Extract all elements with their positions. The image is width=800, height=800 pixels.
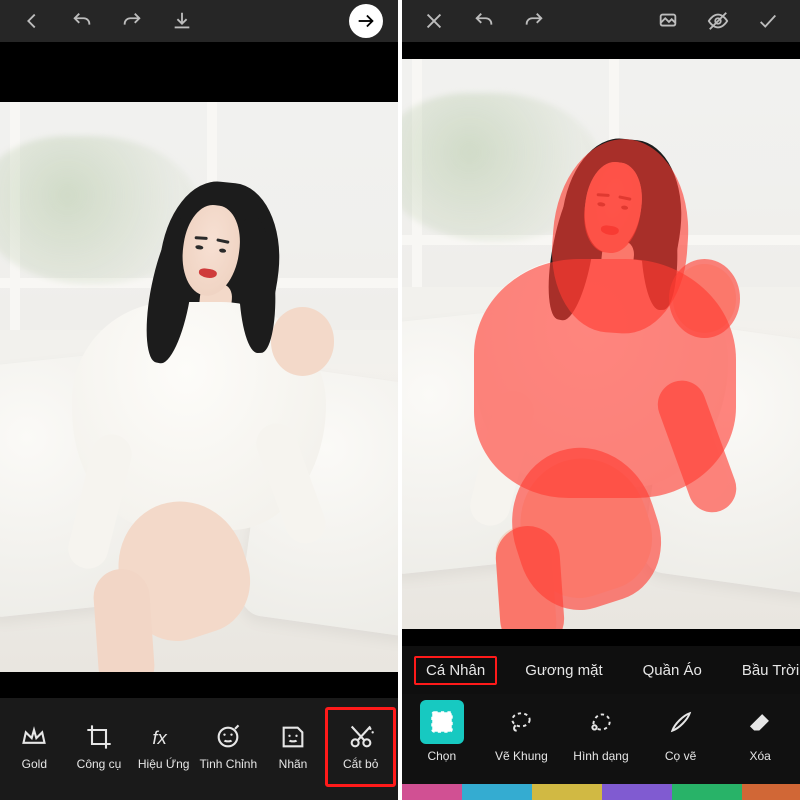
tool-sticker[interactable]: Nhãn <box>261 707 326 787</box>
undo-button[interactable] <box>462 0 506 42</box>
photo <box>0 102 398 672</box>
toggle-mask-button[interactable] <box>696 0 740 42</box>
tool-label: Vẽ Khung <box>495 749 548 763</box>
select-person-icon <box>429 709 455 735</box>
redo-icon <box>121 10 143 32</box>
tool-label: Hình dạng <box>573 749 628 763</box>
image-canvas[interactable] <box>0 76 398 698</box>
preview-button[interactable] <box>646 0 690 42</box>
fx-icon: fx <box>150 723 178 751</box>
top-toolbar <box>0 0 398 42</box>
tool-label: Nhãn <box>279 757 308 771</box>
eraser-icon <box>747 709 773 735</box>
back-icon <box>21 10 43 32</box>
tool-label: Hiệu Ứng <box>138 757 190 771</box>
cutout-tool-row: Chọn Vẽ Khung Hình dạng Cọ vẽ Xóa <box>402 694 800 784</box>
preview-icon <box>657 10 679 32</box>
tool-gold[interactable]: Gold <box>2 707 67 787</box>
undo-button[interactable] <box>60 0 104 42</box>
cutout-icon <box>347 723 375 751</box>
bottom-toolbar: Gold Công cụ fx Hiệu Ứng Tinh Chỉnh Nhãn… <box>0 698 398 800</box>
back-button[interactable] <box>10 0 54 42</box>
lasso-shape-icon <box>588 709 614 735</box>
image-canvas[interactable] <box>402 42 800 646</box>
chip-person[interactable]: Cá Nhân <box>414 656 497 685</box>
tool-label: Công cụ <box>77 757 122 771</box>
redo-icon <box>523 10 545 32</box>
bottom-panel: Cá Nhân Gương mặt Quần Áo Bầu Trời Chọn … <box>402 646 800 800</box>
selection-category-row: Cá Nhân Gương mặt Quần Áo Bầu Trời <box>402 646 800 694</box>
forward-icon <box>355 10 377 32</box>
tool-effects[interactable]: fx Hiệu Ứng <box>131 707 196 787</box>
tool-cutout[interactable]: Cắt bỏ <box>325 707 396 787</box>
close-icon <box>423 10 445 32</box>
redo-button[interactable] <box>110 0 154 42</box>
undo-icon <box>473 10 495 32</box>
tool-label: Xóa <box>749 749 770 763</box>
close-button[interactable] <box>412 0 456 42</box>
next-button[interactable] <box>344 0 388 42</box>
tool-beautify[interactable]: Tinh Chỉnh <box>196 707 261 787</box>
check-icon <box>757 10 779 32</box>
tool-label: Cắt bỏ <box>343 757 378 771</box>
editor-screen-cutout: Cá Nhân Gương mặt Quần Áo Bầu Trời Chọn … <box>400 0 800 800</box>
confirm-button[interactable] <box>746 0 790 42</box>
crown-icon <box>20 723 48 751</box>
tool-label: Gold <box>22 757 47 771</box>
redo-button[interactable] <box>512 0 556 42</box>
top-toolbar <box>402 0 800 42</box>
sticker-icon <box>279 723 307 751</box>
canvas-padding <box>0 42 398 76</box>
tool-label: Cọ vẽ <box>665 749 696 763</box>
chip-clothes[interactable]: Quần Áo <box>631 656 714 685</box>
cutout-tool-brush[interactable]: Cọ vẽ <box>641 700 721 763</box>
cutout-tool-outline[interactable]: Vẽ Khung <box>482 700 562 763</box>
editor-screen-main: Gold Công cụ fx Hiệu Ứng Tinh Chỉnh Nhãn… <box>0 0 400 800</box>
cutout-tool-erase[interactable]: Xóa <box>720 700 800 763</box>
download-icon <box>171 10 193 32</box>
ad-banner[interactable] <box>402 784 800 800</box>
tool-label: Chọn <box>427 749 456 763</box>
lasso-outline-icon <box>508 709 534 735</box>
tool-label: Tinh Chỉnh <box>200 757 258 771</box>
svg-text:fx: fx <box>152 727 167 748</box>
cutout-tool-shape[interactable]: Hình dạng <box>561 700 641 763</box>
chip-face[interactable]: Gương mặt <box>513 656 614 685</box>
photo <box>402 59 800 629</box>
save-button[interactable] <box>160 0 204 42</box>
brush-icon <box>668 709 694 735</box>
face-adjust-icon <box>214 723 242 751</box>
tool-tools[interactable]: Công cụ <box>67 707 132 787</box>
undo-icon <box>71 10 93 32</box>
strike-eye-icon <box>707 10 729 32</box>
crop-icon <box>85 723 113 751</box>
cutout-tool-select[interactable]: Chọn <box>402 700 482 763</box>
chip-sky[interactable]: Bầu Trời <box>730 656 800 685</box>
